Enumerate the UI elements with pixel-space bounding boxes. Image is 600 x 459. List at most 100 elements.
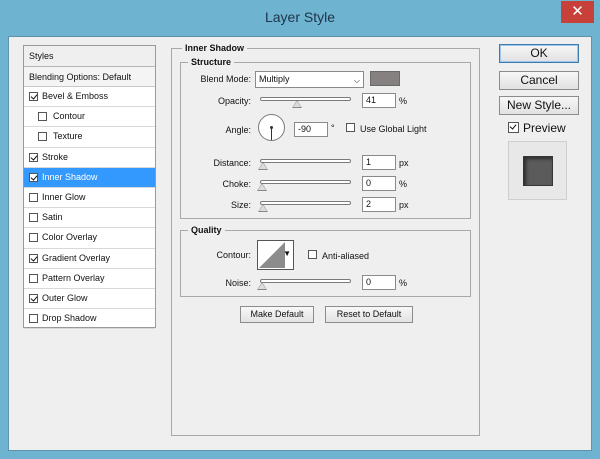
inner-shadow-title: Inner Shadow <box>182 43 248 53</box>
style-item-label: Outer Glow <box>42 292 88 303</box>
distance-unit: px <box>399 158 409 168</box>
blend-mode-select[interactable]: Multiply ⌵ <box>255 71 364 88</box>
size-slider-thumb[interactable] <box>258 204 268 212</box>
styles-header[interactable]: Styles <box>24 46 155 67</box>
use-global-light-checkbox[interactable] <box>346 123 355 132</box>
angle-unit: ° <box>331 123 335 133</box>
contour-label: Contour: <box>216 250 251 260</box>
preview-thumbnail <box>523 156 553 186</box>
choke-slider[interactable] <box>260 180 351 184</box>
style-item-checkbox[interactable] <box>29 172 38 182</box>
quality-title: Quality <box>188 225 225 235</box>
anti-aliased-checkbox[interactable] <box>308 250 317 259</box>
style-item-checkbox[interactable] <box>38 132 47 142</box>
style-item[interactable]: Satin <box>24 208 155 229</box>
blending-options-item[interactable]: Blending Options: Default <box>24 67 155 87</box>
style-item-label: Inner Glow <box>42 191 86 202</box>
distance-label: Distance: <box>213 158 251 168</box>
style-item-label: Inner Shadow <box>42 171 98 182</box>
use-global-light-label: Use Global Light <box>360 124 427 134</box>
new-style-button[interactable]: New Style... <box>499 96 579 115</box>
opacity-unit: % <box>399 96 408 106</box>
structure-title: Structure <box>188 57 235 67</box>
style-item-checkbox[interactable] <box>29 213 38 223</box>
shadow-color-swatch[interactable] <box>370 71 400 86</box>
blend-mode-value: Multiply <box>259 74 290 84</box>
make-default-button[interactable]: Make Default <box>240 306 314 323</box>
style-item[interactable]: Pattern Overlay <box>24 269 155 289</box>
chevron-down-icon: ⌵ <box>353 76 360 85</box>
styles-list: Styles Blending Options: Default Bevel &… <box>23 45 156 330</box>
choke-unit: % <box>399 179 408 189</box>
noise-unit: % <box>399 278 408 288</box>
choke-label: Choke: <box>222 179 251 189</box>
preview-label: Preview <box>523 121 566 135</box>
close-icon[interactable]: ✕ <box>561 1 594 23</box>
style-item-checkbox[interactable] <box>29 233 38 243</box>
opacity-input[interactable]: 41 <box>362 93 396 108</box>
title-bar: Layer Style ✕ <box>0 0 600 36</box>
style-item-label: Bevel & Emboss <box>42 91 109 101</box>
noise-slider[interactable] <box>260 279 351 283</box>
style-item-label: Stroke <box>42 151 69 162</box>
size-input[interactable]: 2 <box>362 197 396 212</box>
anti-aliased-label: Anti-aliased <box>322 251 370 261</box>
distance-slider[interactable] <box>260 159 351 163</box>
choke-slider-thumb[interactable] <box>257 183 267 191</box>
style-item-label: Color Overlay <box>42 232 98 243</box>
angle-dial-icon[interactable] <box>258 114 285 141</box>
noise-input[interactable]: 0 <box>362 275 396 290</box>
style-item-label: Satin <box>42 212 63 223</box>
style-preview <box>508 141 567 200</box>
style-item[interactable]: Drop Shadow <box>24 309 155 330</box>
opacity-label: Opacity: <box>217 96 251 106</box>
size-unit: px <box>399 200 409 210</box>
style-item[interactable]: Inner Glow <box>24 188 155 209</box>
choke-input[interactable]: 0 <box>362 176 396 191</box>
style-item-label: Texture <box>53 131 83 142</box>
style-item-checkbox[interactable] <box>29 152 38 162</box>
dialog-body: Styles Blending Options: Default Bevel &… <box>8 36 592 451</box>
style-item-label: Pattern Overlay <box>42 272 105 283</box>
style-item[interactable]: Texture <box>24 127 155 148</box>
angle-label: Angle: <box>225 125 251 135</box>
style-item[interactable]: Gradient Overlay <box>24 249 155 269</box>
reset-to-default-button[interactable]: Reset to Default <box>325 306 413 323</box>
style-item-checkbox[interactable] <box>29 92 38 101</box>
chevron-down-icon: ▼ <box>283 249 291 258</box>
noise-slider-thumb[interactable] <box>257 282 267 290</box>
style-item-checkbox[interactable] <box>29 293 38 303</box>
structure-group: Structure Blend Mode: Multiply ⌵ Opacity… <box>180 57 471 219</box>
size-slider[interactable] <box>260 201 351 205</box>
style-items: Bevel & Emboss Contour Texture Stroke Inner … <box>24 87 155 330</box>
style-item[interactable]: Contour <box>24 107 155 128</box>
distance-input[interactable]: 1 <box>362 155 396 170</box>
size-label: Size: <box>230 200 251 210</box>
style-item-checkbox[interactable] <box>29 273 38 283</box>
style-item-checkbox[interactable] <box>38 112 47 122</box>
contour-picker[interactable]: ▼ <box>257 240 294 270</box>
opacity-slider[interactable] <box>260 97 351 101</box>
distance-slider-thumb[interactable] <box>258 162 268 170</box>
inner-shadow-group: Inner Shadow Structure Blend Mode: Multi… <box>171 43 480 436</box>
preview-checkbox[interactable] <box>508 122 519 133</box>
angle-input[interactable]: -90 <box>294 122 328 137</box>
style-item-label: Gradient Overlay <box>42 252 111 263</box>
style-item-label: Drop Shadow <box>42 313 97 324</box>
style-item[interactable]: Color Overlay <box>24 228 155 249</box>
style-item-checkbox[interactable] <box>29 314 38 324</box>
ok-button[interactable]: OK <box>499 44 579 63</box>
style-item-label: Contour <box>53 111 86 122</box>
opacity-slider-thumb[interactable] <box>292 100 303 108</box>
cancel-button[interactable]: Cancel <box>499 71 579 90</box>
style-item[interactable]: Stroke <box>24 148 155 168</box>
style-item-checkbox[interactable] <box>29 253 38 263</box>
style-item[interactable]: Inner Shadow <box>24 167 155 188</box>
style-item[interactable]: Bevel & Emboss <box>24 87 155 108</box>
window-title: Layer Style <box>264 9 336 25</box>
noise-label: Noise: <box>225 278 251 288</box>
style-item-checkbox[interactable] <box>29 192 38 202</box>
contour-curve-icon <box>259 242 285 268</box>
quality-group: Quality Contour: ▼ Anti-aliased Noise: 0… <box>180 225 471 297</box>
style-item[interactable]: Outer Glow <box>24 289 155 310</box>
